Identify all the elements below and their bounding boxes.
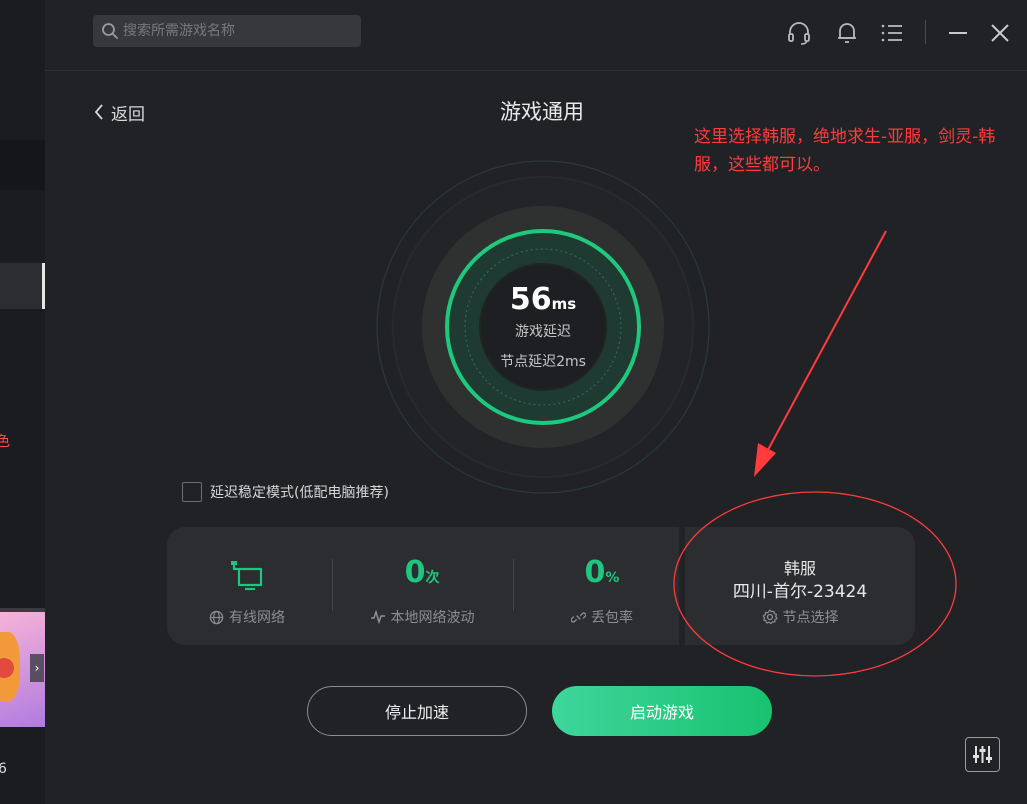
loss-value-row: 0% [522, 555, 682, 590]
bell-icon[interactable] [834, 20, 860, 46]
network-label: 有线网络 [229, 610, 285, 626]
toolbar-divider [925, 20, 926, 44]
sliders-icon [973, 746, 992, 763]
banner-next-button[interactable]: › [30, 654, 44, 682]
sidebar-active-item[interactable] [0, 263, 45, 309]
annotation-text: 这里选择韩服，绝地求生-亚服，剑灵-韩服，这些都可以。 [694, 127, 996, 175]
back-label: 返回 [111, 104, 145, 125]
latency-label: 游戏延迟 [515, 324, 571, 340]
sidebar-red-text: 色 [0, 434, 10, 450]
page-title: 游戏通用 [500, 100, 584, 124]
stop-acceleration-button[interactable]: 停止加速 [307, 686, 527, 736]
fluctuation-value: 0 [404, 555, 426, 590]
close-icon[interactable] [987, 20, 1013, 46]
stat-divider [332, 559, 333, 611]
minimize-icon[interactable] [945, 20, 971, 46]
promo-banner[interactable]: › [0, 612, 45, 727]
checkbox-box[interactable] [182, 482, 202, 502]
annotation-arrow [754, 230, 887, 477]
latency-value: 56ms [493, 282, 593, 317]
wired-network-icon [231, 561, 263, 591]
node-latency: 节点延迟2ms [500, 354, 586, 370]
globe-icon [209, 610, 224, 624]
menu-list-icon[interactable] [879, 20, 905, 46]
sidebar-bottom-text: 6 [0, 761, 7, 777]
search-input[interactable] [123, 15, 353, 47]
chevron-left-icon [94, 104, 103, 120]
network-stat: 有线网络 [167, 527, 327, 645]
fluctuation-label: 本地网络波动 [390, 610, 475, 626]
stable-mode-label: 延迟稳定模式(低配电脑推荐) [210, 485, 389, 501]
fluctuation-label-row: 本地网络波动 [342, 607, 502, 627]
broken-link-icon [571, 611, 586, 623]
headset-icon[interactable] [786, 20, 812, 46]
launch-game-button[interactable]: 启动游戏 [552, 686, 772, 736]
settings-button[interactable] [965, 737, 1000, 772]
latency-number: 56 [509, 282, 552, 317]
latency-unit: ms [551, 295, 577, 313]
search-icon [102, 23, 118, 39]
loss-unit: % [605, 570, 620, 586]
left-sidebar: 色 › 6 [0, 0, 45, 804]
annotation-ellipse [673, 491, 957, 677]
packet-loss-stat: 0% 丢包率 [522, 527, 682, 645]
network-label-row: 有线网络 [167, 607, 327, 627]
loss-label: 丢包率 [591, 610, 633, 626]
fluctuation-stat: 0次 本地网络波动 [342, 527, 502, 645]
pulse-icon [370, 610, 385, 624]
top-bar [45, 0, 1027, 71]
loss-value: 0 [584, 555, 606, 590]
stats-panel: 有线网络 0次 本地网络波动 0% 丢包率 [167, 527, 679, 645]
back-button[interactable]: 返回 [93, 100, 145, 125]
sidebar-active-indicator [42, 263, 45, 309]
sidebar-band [0, 140, 45, 190]
fluctuation-unit: 次 [425, 570, 440, 586]
stable-mode-checkbox[interactable]: 延迟稳定模式(低配电脑推荐) [182, 482, 389, 502]
search-box[interactable] [93, 15, 361, 47]
fluctuation-value-row: 0次 [342, 555, 502, 590]
stat-divider [513, 559, 514, 611]
loss-label-row: 丢包率 [522, 607, 682, 627]
